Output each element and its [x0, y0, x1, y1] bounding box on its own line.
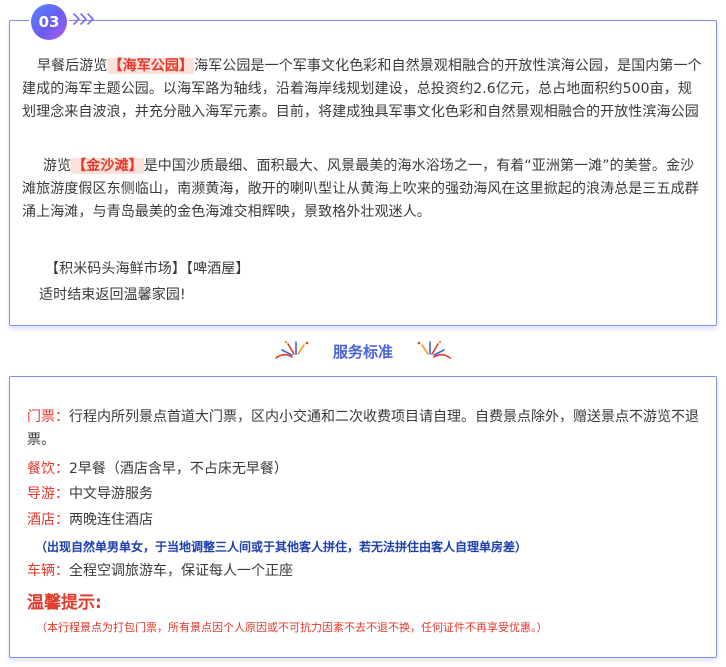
paragraph-navy-park: 早餐后游览【海军公园】海军公园是一个军事文化色彩和自然景观相融合的开放性滨海公园… [22, 55, 702, 124]
hotel-note: （出现自然单男单女，于当地调整三人间或于其他客人拼住，若无法拼住由客人自理单房差… [35, 540, 528, 554]
guide-text: 中文导游服务 [69, 486, 153, 502]
highlight-golden-beach: 【金沙滩】 [71, 158, 144, 174]
day-number: 03 [38, 13, 60, 31]
warm-tips-title: 温馨提示: [27, 593, 102, 613]
hotel-text: 两晚连住酒店 [69, 512, 153, 528]
guide-label: 导游： [27, 486, 69, 502]
service-item-guide: 导游：中文导游服务 [27, 483, 153, 506]
paragraph-market: 【积米码头海鲜市场】【啤酒屋】 [45, 261, 250, 277]
service-item-tickets: 门票：行程内所列景点首道大门票，区内小交通和二次收费项目请自理。自费景点除外，赠… [27, 406, 701, 452]
meals-text: 2早餐（酒店含早，不占床无早餐） [69, 461, 288, 477]
highlight-navy-park: 【海军公园】 [107, 58, 195, 74]
chevrons-right-icon [73, 13, 94, 25]
tickets-label: 门票： [27, 409, 69, 425]
intro-text: 早餐后游览 [37, 58, 108, 74]
vehicle-label: 车辆： [27, 563, 69, 579]
firework-right-icon [417, 340, 452, 359]
meals-label: 餐饮： [27, 461, 69, 477]
tour-text: 游览 [43, 158, 72, 174]
day-number-badge: 03 [31, 4, 67, 40]
paragraph-golden-beach: 游览【金沙滩】是中国沙质最细、面积最大、风景最美的海水浴场之一，有着“亚洲第一滩… [22, 155, 702, 224]
warm-tips-note: （本行程景点为打包门票，所有景点因个人原因或不可抗力因素不去不退不换，任何证件不… [36, 621, 548, 634]
firework-left-icon [274, 340, 309, 359]
service-item-hotel: 酒店：两晚连住酒店 [27, 509, 153, 532]
service-standard-title: 服务标准 [332, 342, 393, 361]
hotel-label: 酒店： [27, 512, 69, 528]
tickets-text: 行程内所列景点首道大门票，区内小交通和二次收费项目请自理。自费景点除外，赠送景点… [27, 409, 699, 448]
paragraph-return: 适时结束返回温馨家园! [39, 287, 186, 303]
service-standard-header: 服务标准 [0, 340, 726, 364]
service-item-vehicle: 车辆：全程空调旅游车，保证每人一个正座 [27, 560, 293, 583]
service-item-meals: 餐饮：2早餐（酒店含早，不占床无早餐） [27, 458, 288, 481]
vehicle-text: 全程空调旅游车，保证每人一个正座 [69, 563, 293, 579]
